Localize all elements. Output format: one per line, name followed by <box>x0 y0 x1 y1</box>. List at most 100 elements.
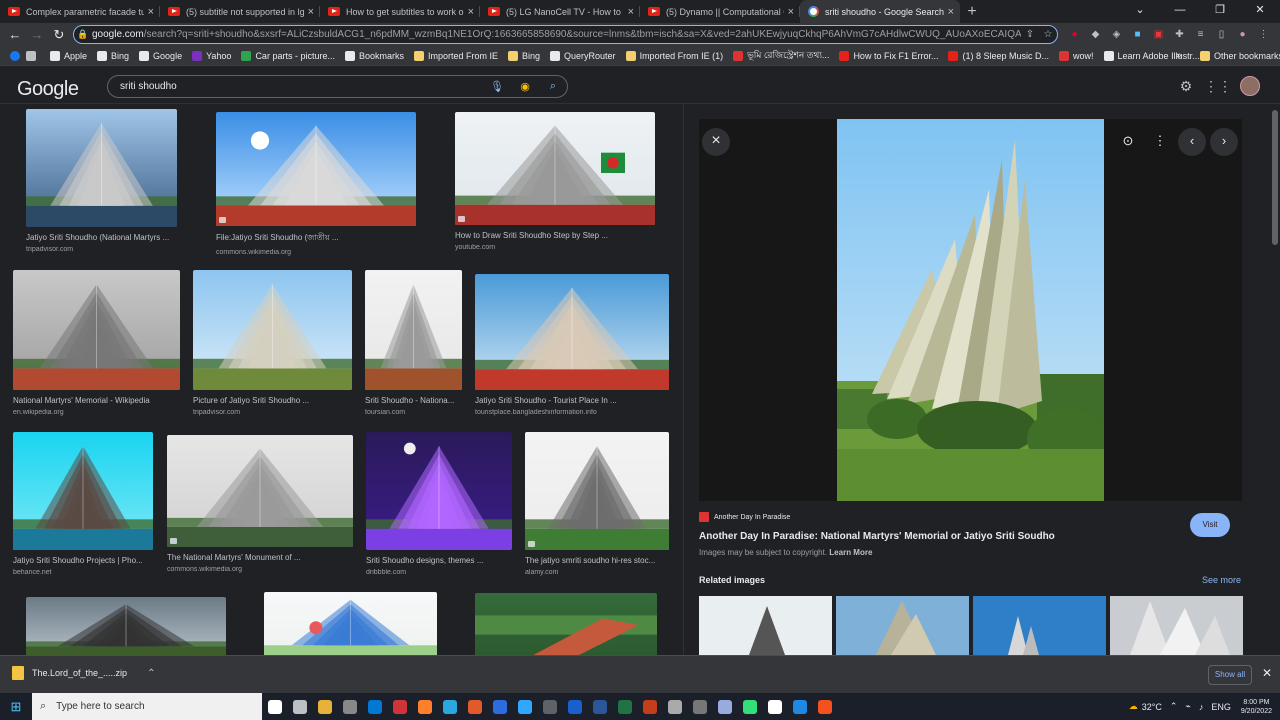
browser-tab[interactable]: (5) LG NanoCell TV - How to Ena × <box>480 0 640 23</box>
extension-icon[interactable]: ◆ <box>1085 29 1106 40</box>
result-thumbnail[interactable] <box>13 270 180 390</box>
image-result[interactable]: File:Jatiyo Sriti Shoudho (জাতীয় ... com… <box>216 112 416 256</box>
see-more-link[interactable]: See more <box>1202 575 1241 585</box>
close-tab-icon[interactable]: × <box>148 6 154 18</box>
search-icon[interactable]: ⌕ <box>539 80 567 93</box>
bookmark-item[interactable]: Yahoo <box>192 48 231 63</box>
taskbar-app-icon[interactable] <box>262 693 287 720</box>
related-image[interactable] <box>699 596 832 655</box>
scrollbar-thumb[interactable] <box>1272 110 1278 245</box>
close-tab-icon[interactable]: × <box>308 6 314 18</box>
facebook-icon[interactable] <box>10 50 24 61</box>
preview-title[interactable]: Another Day In Paradise: National Martyr… <box>699 531 1055 542</box>
profile-avatar[interactable]: ● <box>1232 29 1253 40</box>
previous-image-button[interactable]: ‹ <box>1178 128 1206 156</box>
result-thumbnail[interactable] <box>525 432 669 550</box>
result-caption[interactable]: National Martyrs' Memorial - Wikipedia <box>13 396 180 405</box>
result-thumbnail[interactable] <box>455 112 655 225</box>
taskbar-app-icon[interactable] <box>437 693 462 720</box>
result-thumbnail[interactable] <box>193 270 352 390</box>
image-result[interactable]: The jatiyo smriti soudho hi-res stoc... a… <box>525 432 669 576</box>
google-logo[interactable]: Google <box>17 78 79 101</box>
bookmark-item[interactable]: (1) 8 Sleep Music D... <box>948 48 1049 63</box>
result-caption[interactable]: File:Jatiyo Sriti Shoudho (জাতীয় ... <box>216 232 416 245</box>
temperature[interactable]: 32°C <box>1142 702 1162 712</box>
bookmark-item[interactable]: QueryRouter <box>550 48 616 63</box>
result-caption[interactable]: How to Draw Sriti Shoudho Step by Step .… <box>455 231 655 240</box>
browser-tab[interactable]: (5) Dynamo || Computational Ge × <box>640 0 800 23</box>
bookmark-item[interactable]: Bookmarks <box>344 48 404 63</box>
lens-icon[interactable]: ◉ <box>511 80 539 93</box>
minimize-button[interactable]: — <box>1160 0 1200 23</box>
related-image[interactable] <box>836 596 969 655</box>
next-image-button[interactable]: › <box>1210 128 1238 156</box>
taskbar-app-icon[interactable] <box>512 693 537 720</box>
image-result[interactable] <box>264 592 437 655</box>
result-caption[interactable]: The National Martyrs' Monument of ... <box>167 553 353 562</box>
preview-source[interactable]: Another Day In Paradise <box>699 512 790 522</box>
image-result[interactable]: How to Draw Sriti Shoudho Step by Step .… <box>455 112 655 251</box>
taskbar-app-icon[interactable] <box>587 693 612 720</box>
related-image[interactable] <box>973 596 1106 655</box>
taskbar-app-icon[interactable] <box>562 693 587 720</box>
close-preview-button[interactable]: × <box>702 128 730 156</box>
maximize-button[interactable]: ❐ <box>1200 0 1240 23</box>
chevron-up-icon[interactable]: ⌃ <box>147 668 155 679</box>
bookmark-item[interactable]: Learn Adobe Illustr... <box>1103 48 1200 63</box>
apps-grid-icon[interactable]: ⋮⋮ <box>1202 78 1234 95</box>
taskbar-app-icon[interactable] <box>662 693 687 720</box>
result-caption[interactable]: Jatiyo Sriti Shoudho Projects | Pho... <box>13 556 153 565</box>
browser-tab[interactable]: sriti shoudho - Google Search × <box>800 0 960 23</box>
windows-start-icon[interactable]: ⊞ <box>0 699 32 715</box>
pinterest-icon[interactable]: ● <box>1064 29 1085 40</box>
taskbar-app-icon[interactable] <box>712 693 737 720</box>
menu-kebab-icon[interactable]: ⋮ <box>1253 29 1274 40</box>
new-tab-button[interactable]: + <box>960 0 984 23</box>
result-thumbnail[interactable] <box>366 432 512 550</box>
preview-image[interactable] <box>837 119 1104 501</box>
taskbar-app-icon[interactable] <box>762 693 787 720</box>
other-bookmarks[interactable]: Other bookmarks <box>1200 50 1280 61</box>
image-result[interactable] <box>26 597 226 655</box>
back-icon[interactable]: ← <box>4 27 26 42</box>
taskbar-app-icon[interactable] <box>687 693 712 720</box>
bookmark-star-icon[interactable]: ☆ <box>1039 29 1057 40</box>
image-result[interactable]: Jatiyo Sriti Shoudho Projects | Pho... be… <box>13 432 153 576</box>
more-options-icon[interactable]: ⋮ <box>1146 128 1174 156</box>
close-tab-icon[interactable]: × <box>948 6 954 18</box>
bookmark-item[interactable]: How to Fix F1 Error... <box>839 48 938 63</box>
taskbar-search[interactable]: ⌕ Type here to search <box>32 693 262 720</box>
image-result[interactable] <box>475 593 657 655</box>
result-caption[interactable]: Jatiyo Sriti Shoudho - Tourist Place In … <box>475 396 669 405</box>
sidepanel-icon[interactable]: ▯ <box>1211 29 1232 40</box>
account-avatar[interactable] <box>1240 76 1260 96</box>
taskbar-app-icon[interactable] <box>637 693 662 720</box>
network-icon[interactable]: ⌁ <box>1185 701 1190 712</box>
taskbar-app-icon[interactable] <box>387 693 412 720</box>
result-thumbnail[interactable] <box>26 597 226 655</box>
language-indicator[interactable]: ENG <box>1211 702 1231 712</box>
search-input[interactable] <box>108 81 483 92</box>
bookmark-item[interactable]: ভূমি রেজিস্ট্রেশন তথ্য... <box>733 48 829 63</box>
close-tab-icon[interactable]: × <box>628 6 634 18</box>
close-window-button[interactable]: ✕ <box>1240 0 1280 23</box>
learn-more-link[interactable]: Learn More <box>829 548 872 557</box>
image-result[interactable]: Sriti Shoudho - Nationa... toursian.com <box>365 270 462 416</box>
result-thumbnail[interactable] <box>365 270 462 390</box>
taskbar-app-icon[interactable] <box>737 693 762 720</box>
result-caption[interactable]: The jatiyo smriti soudho hi-res stoc... <box>525 556 669 565</box>
taskbar-app-icon[interactable] <box>337 693 362 720</box>
taskbar-app-icon[interactable] <box>537 693 562 720</box>
result-thumbnail[interactable] <box>216 112 416 226</box>
result-caption[interactable]: Sriti Shoudho designs, themes ... <box>366 556 512 565</box>
browser-tab[interactable]: Complex parametric facade tuto × <box>0 0 160 23</box>
result-thumbnail[interactable] <box>167 435 353 547</box>
taskbar-app-icon[interactable] <box>362 693 387 720</box>
taskbar-app-icon[interactable] <box>412 693 437 720</box>
taskbar-app-icon[interactable] <box>787 693 812 720</box>
visit-button[interactable]: Visit <box>1190 513 1230 537</box>
address-bar[interactable]: 🔒 google.com/search?q=sriti+shoudho&sxsr… <box>73 25 1058 44</box>
image-result[interactable]: Jatiyo Sriti Shoudho - Tourist Place In … <box>475 274 669 416</box>
taskbar-app-icon[interactable] <box>487 693 512 720</box>
search-box[interactable]: 🎙 ◉ ⌕ <box>107 75 568 98</box>
